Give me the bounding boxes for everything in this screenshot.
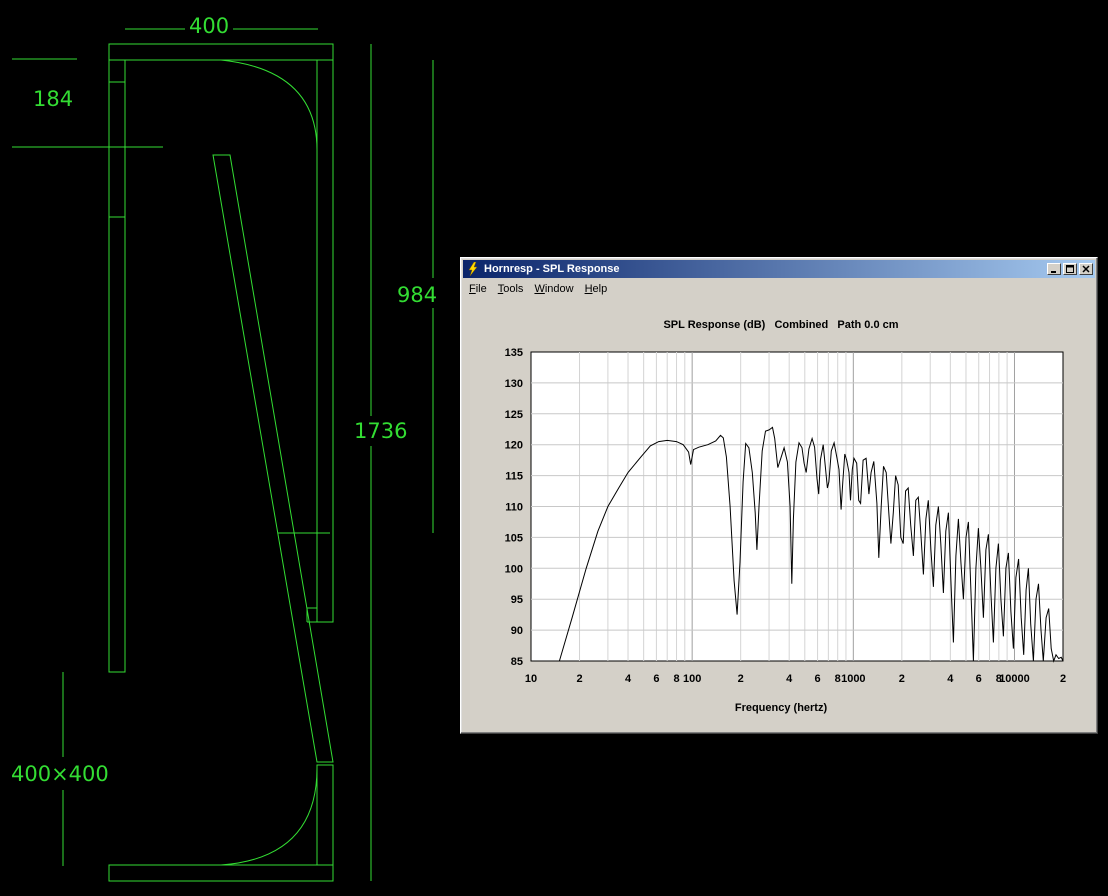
dim-mouth: 400×400 — [11, 762, 109, 786]
y-tick-labels: 85 90 95 100 105 110 115 120 125 130 135 — [505, 347, 523, 668]
x-tick-label: 6 — [976, 673, 982, 685]
x-tick-label: 2 — [899, 673, 905, 685]
dim-inner-height: 984 — [397, 283, 437, 307]
x-tick-label: 2 — [1060, 673, 1066, 685]
slanted-baffle — [212, 154, 334, 763]
x-tick-label: 10000 — [999, 673, 1030, 685]
y-tick-label: 110 — [505, 502, 523, 514]
y-tick-label: 120 — [505, 440, 523, 452]
x-tick-label: 10 — [525, 673, 537, 685]
dim-top-offset: 184 — [33, 87, 73, 111]
y-tick-label: 95 — [511, 594, 523, 606]
y-tick-label: 135 — [505, 347, 523, 359]
x-tick-label: 8 — [673, 673, 679, 685]
x-tick-label: 2 — [738, 673, 744, 685]
y-tick-label: 115 — [505, 471, 523, 483]
dim-total-height: 1736 — [354, 419, 407, 443]
right-wall-upper — [316, 59, 334, 623]
y-tick-label: 130 — [505, 378, 523, 390]
bottom-board — [108, 864, 334, 882]
x-tick-label: 6 — [815, 673, 821, 685]
y-tick-label: 105 — [505, 532, 523, 544]
dim-width: 400 — [189, 14, 229, 38]
x-tick-label: 4 — [786, 673, 793, 685]
y-tick-label: 100 — [505, 563, 523, 575]
y-tick-label: 85 — [511, 656, 523, 668]
x-tick-label: 4 — [947, 673, 954, 685]
x-tick-label: 1000 — [841, 673, 865, 685]
x-axis-label: Frequency (hertz) — [735, 702, 828, 714]
x-tick-label: 2 — [576, 673, 582, 685]
chart-title: SPL Response (dB) Combined Path 0.0 cm — [663, 319, 898, 331]
top-board — [108, 43, 334, 61]
bottom-curve — [220, 767, 318, 866]
spl-chart: SPL Response (dB) Combined Path 0.0 cm 8… — [505, 319, 1066, 714]
x-tick-label: 6 — [653, 673, 659, 685]
left-wall — [108, 59, 126, 673]
y-tick-label: 90 — [511, 625, 523, 637]
top-curve — [220, 59, 318, 151]
x-tick-label: 4 — [625, 673, 632, 685]
y-tick-label: 125 — [505, 409, 523, 421]
x-tick-labels: 10 2 4 6 8 100 2 4 6 8 1000 2 4 6 810000 2 — [525, 673, 1066, 685]
x-tick-label: 100 — [683, 673, 701, 685]
hornresp-window: Hornresp - SPL Response File Tools Windo… — [460, 257, 1098, 734]
x-tick-label: 8 — [835, 673, 841, 685]
right-wall-lower — [316, 764, 334, 866]
